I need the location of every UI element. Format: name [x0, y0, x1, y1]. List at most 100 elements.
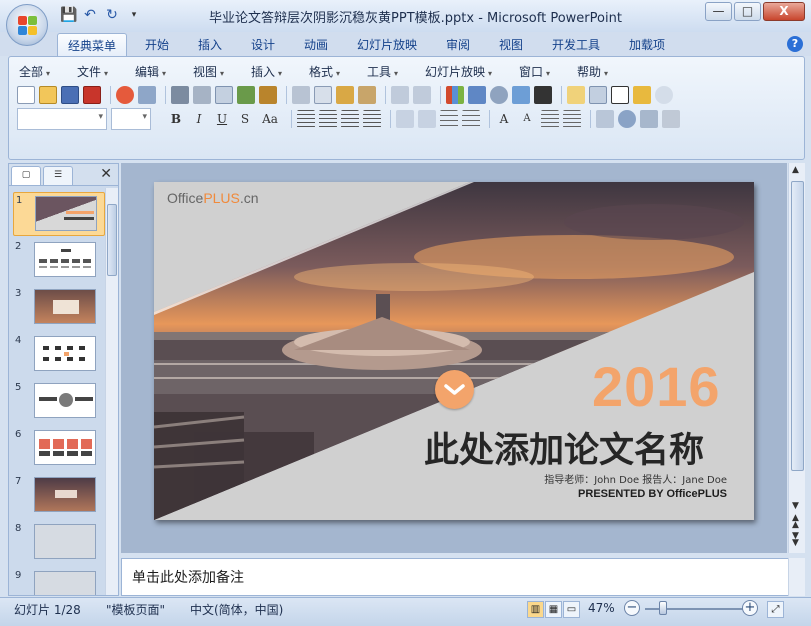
numbering-icon[interactable]	[440, 110, 458, 128]
tab-addins[interactable]: 加载项	[629, 36, 665, 53]
font-size-select[interactable]	[111, 108, 151, 130]
slide-thumbnail-5[interactable]: 5	[13, 380, 105, 424]
close-panel-icon[interactable]: ✕	[100, 166, 112, 182]
maximize-button[interactable]: □	[734, 2, 761, 21]
copy-icon[interactable]	[314, 86, 332, 104]
zoom-level[interactable]: 47%	[588, 601, 615, 615]
permission-icon[interactable]	[116, 86, 134, 104]
slideshow-view-icon[interactable]: ▭	[563, 601, 580, 618]
save-icon[interactable]	[61, 86, 79, 104]
paste-icon[interactable]	[336, 86, 354, 104]
editor-scrollbar[interactable]: ▲ ▼ ▲ ▲ ▼ ▼	[788, 163, 805, 553]
tab-developer[interactable]: 开发工具	[552, 36, 600, 53]
print-preview-icon[interactable]	[193, 86, 211, 104]
change-case-button[interactable]: Aa	[259, 110, 281, 128]
language-indicator[interactable]: 中文(简体，中国)	[190, 601, 283, 618]
decrease-indent-icon[interactable]	[541, 110, 559, 128]
office-button[interactable]	[6, 4, 48, 46]
slide-thumbnail-8[interactable]: 8	[13, 521, 105, 565]
zoom-icon[interactable]	[655, 86, 673, 104]
tab-slides[interactable]: ▢	[11, 166, 41, 185]
menu-format[interactable]: 格式 ▾	[309, 63, 367, 80]
save-as-pdf-icon[interactable]	[83, 86, 101, 104]
slide-thumbnail-2[interactable]: 2	[13, 239, 105, 283]
print-icon[interactable]	[171, 86, 189, 104]
panel-scrollbar[interactable]	[105, 188, 118, 595]
decrease-font-icon[interactable]: A	[518, 110, 536, 128]
menu-all[interactable]: 全部 ▾	[19, 63, 77, 80]
tab-view[interactable]: 视图	[499, 36, 523, 53]
minimize-button[interactable]: —	[705, 2, 732, 21]
slide-thumbnail-1[interactable]: 1	[13, 192, 105, 236]
slide-sorter-icon[interactable]: ▦	[545, 601, 562, 618]
spelling-icon[interactable]	[237, 86, 255, 104]
justify-icon[interactable]	[363, 110, 381, 128]
line-spacing-icon[interactable]	[418, 110, 436, 128]
picture-icon[interactable]	[512, 86, 530, 104]
font-name-select[interactable]	[17, 108, 107, 130]
paint-bucket-icon[interactable]	[662, 110, 680, 128]
italic-button[interactable]: I	[190, 110, 208, 128]
increase-indent-icon[interactable]	[563, 110, 581, 128]
menu-slideshow[interactable]: 幻灯片放映 ▾	[425, 63, 519, 80]
editor-scroll-thumb[interactable]	[791, 181, 804, 471]
layout-icon[interactable]	[589, 86, 607, 104]
scroll-up-icon[interactable]: ▲	[792, 165, 799, 175]
arrange-icon[interactable]	[596, 110, 614, 128]
notes-pane[interactable]: 单击此处添加备注	[121, 558, 789, 596]
tab-outline[interactable]: ☰	[43, 166, 73, 185]
align-center-icon[interactable]	[319, 110, 337, 128]
slide-thumbnail-9[interactable]: 9	[13, 568, 105, 595]
new-slide-icon[interactable]	[567, 86, 585, 104]
open-folder-icon[interactable]	[39, 86, 57, 104]
close-button[interactable]: X	[763, 2, 805, 21]
menu-window[interactable]: 窗口 ▾	[519, 63, 577, 80]
slide-canvas[interactable]: OfficePLUS.cn 2016 此处添加论文名称 指导老师：John Do…	[154, 182, 754, 520]
slide-thumbnail-7[interactable]: 7	[13, 474, 105, 518]
panel-scroll-thumb[interactable]	[107, 204, 117, 276]
grid-view-icon[interactable]	[215, 86, 233, 104]
menu-help[interactable]: 帮助 ▾	[577, 63, 627, 80]
align-left-icon[interactable]	[297, 110, 315, 128]
tab-home[interactable]: 开始	[145, 36, 169, 53]
format-painter-icon[interactable]	[358, 86, 376, 104]
tab-insert[interactable]: 插入	[198, 36, 222, 53]
bold-button[interactable]: B	[167, 110, 185, 128]
redo-icon[interactable]	[413, 86, 431, 104]
bullets-icon[interactable]	[462, 110, 480, 128]
research-icon[interactable]	[259, 86, 277, 104]
table-icon[interactable]	[468, 86, 486, 104]
increase-font-icon[interactable]: A	[495, 110, 513, 128]
chart-icon[interactable]	[446, 86, 464, 104]
slide-thumbnail-3[interactable]: 3	[13, 286, 105, 330]
menu-tools[interactable]: 工具 ▾	[367, 63, 425, 80]
notes-placeholder[interactable]: 单击此处添加备注	[132, 567, 244, 587]
clipart-icon[interactable]	[490, 86, 508, 104]
attach-icon[interactable]	[138, 86, 156, 104]
next-slide-icon[interactable]: ▼ ▼	[792, 532, 799, 548]
undo-icon[interactable]	[391, 86, 409, 104]
columns-icon[interactable]	[396, 110, 414, 128]
fit-to-window-icon[interactable]: ⤢	[767, 601, 784, 618]
new-document-icon[interactable]	[17, 86, 35, 104]
menu-insert[interactable]: 插入 ▾	[251, 63, 309, 80]
folder-icon[interactable]	[633, 86, 651, 104]
zoom-slider-handle[interactable]	[659, 601, 667, 615]
previous-slide-icon[interactable]: ▲ ▲	[792, 514, 799, 530]
tab-animation[interactable]: 动画	[304, 36, 328, 53]
shadow-button[interactable]: S	[236, 110, 254, 128]
shape-fill-icon[interactable]	[640, 110, 658, 128]
line-color-icon[interactable]	[534, 86, 552, 104]
tab-slideshow[interactable]: 幻灯片放映	[357, 36, 417, 53]
scroll-down-icon[interactable]: ▼	[792, 501, 799, 511]
tab-review[interactable]: 审阅	[446, 36, 470, 53]
align-right-icon[interactable]	[341, 110, 359, 128]
menu-edit[interactable]: 编辑 ▾	[135, 63, 193, 80]
textbox-icon[interactable]	[611, 86, 629, 104]
tab-classic-menu[interactable]: 经典菜单	[57, 33, 128, 56]
shape-icon[interactable]	[618, 110, 636, 128]
cut-icon[interactable]	[292, 86, 310, 104]
normal-view-icon[interactable]: ▥	[527, 601, 544, 618]
menu-file[interactable]: 文件 ▾	[77, 63, 135, 80]
zoom-out-icon[interactable]: −	[624, 600, 640, 616]
